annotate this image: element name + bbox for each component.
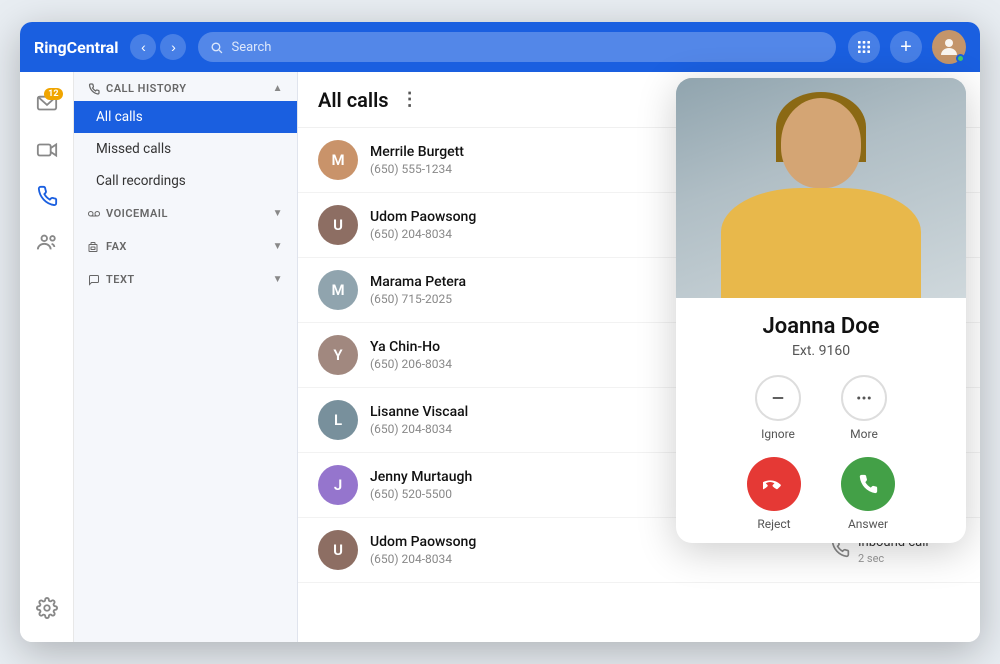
- nav-item-call-recordings[interactable]: Call recordings: [74, 165, 297, 197]
- more-options-icon[interactable]: ⋮: [401, 89, 419, 110]
- voicemail-label: VOICEMAIL: [106, 207, 168, 220]
- voicemail-chevron: ▼: [273, 208, 283, 219]
- avatar-letter: Y: [333, 346, 342, 364]
- card-person-name: Joanna Doe: [692, 314, 950, 339]
- text-chevron: ▼: [273, 274, 283, 285]
- answer-icon: [857, 473, 879, 495]
- settings-icon: [36, 597, 58, 619]
- call-phone: (650) 204-8034: [370, 552, 830, 566]
- content-title-text: All calls: [318, 88, 389, 112]
- online-status-indicator: [956, 54, 965, 63]
- card-call-actions: Reject Answer: [692, 457, 950, 531]
- call-avatar: L: [318, 400, 358, 440]
- person-body: [721, 188, 921, 298]
- contacts-icon: [36, 231, 58, 253]
- more-action: More: [841, 375, 887, 441]
- app-logo: RingCentral: [34, 38, 118, 57]
- call-avatar: M: [318, 140, 358, 180]
- person-photo: [676, 78, 966, 298]
- reject-button[interactable]: [747, 457, 801, 511]
- text-section-header[interactable]: TEXT ▼: [74, 263, 297, 296]
- user-avatar-button[interactable]: [932, 30, 966, 64]
- more-label: More: [850, 427, 878, 441]
- sidebar-item-video[interactable]: [27, 130, 67, 170]
- card-body: Joanna Doe Ext. 9160 Ignore: [676, 298, 966, 543]
- avatar-letter: U: [333, 216, 343, 234]
- fax-icon: [88, 241, 100, 253]
- reject-icon: [763, 473, 785, 495]
- add-button[interactable]: +: [890, 31, 922, 63]
- title-bar: RingCentral ‹ › Search +: [20, 22, 980, 72]
- avatar-letter: J: [334, 476, 342, 494]
- sidebar-item-messages[interactable]: 12: [27, 84, 67, 124]
- sidebar-item-calls[interactable]: [27, 176, 67, 216]
- fax-chevron: ▼: [273, 241, 283, 252]
- reject-label: Reject: [757, 517, 790, 531]
- incoming-call-card: Joanna Doe Ext. 9160 Ignore: [676, 78, 966, 543]
- fax-label: FAX: [106, 240, 127, 253]
- nav-item-all-calls[interactable]: All calls: [74, 101, 297, 133]
- nav-item-missed-calls[interactable]: Missed calls: [74, 133, 297, 165]
- call-history-chevron: ▲: [273, 83, 283, 94]
- call-avatar: U: [318, 530, 358, 570]
- call-avatar: J: [318, 465, 358, 505]
- sidebar-icons: 12: [20, 72, 74, 642]
- fax-section-header[interactable]: FAX ▼: [74, 230, 297, 263]
- search-icon: [210, 41, 223, 54]
- call-avatar: U: [318, 205, 358, 245]
- call-duration: 2 sec: [858, 552, 929, 565]
- call-history-header[interactable]: CALL HISTORY ▲: [74, 72, 297, 101]
- nav-back-button[interactable]: ‹: [130, 34, 156, 60]
- sidebar-item-contacts[interactable]: [27, 222, 67, 262]
- nav-panel: CALL HISTORY ▲ All calls Missed calls Ca…: [74, 72, 298, 642]
- card-extension: Ext. 9160: [692, 343, 950, 359]
- apps-button[interactable]: [848, 31, 880, 63]
- voicemail-section-header[interactable]: VOICEMAIL ▼: [74, 197, 297, 230]
- more-button[interactable]: [841, 375, 887, 421]
- call-history-label: CALL HISTORY: [106, 82, 187, 95]
- ignore-label: Ignore: [761, 427, 795, 441]
- nav-buttons: ‹ ›: [130, 34, 186, 60]
- avatar-letter: M: [331, 151, 344, 169]
- message-badge: 12: [44, 88, 62, 100]
- text-label: TEXT: [106, 273, 135, 286]
- card-photo: [676, 78, 966, 298]
- answer-button[interactable]: [841, 457, 895, 511]
- search-bar[interactable]: Search: [198, 32, 836, 62]
- call-avatar: M: [318, 270, 358, 310]
- avatar-letter: U: [333, 541, 343, 559]
- phone-small-icon: [88, 83, 100, 95]
- text-icon: [88, 274, 100, 286]
- grid-icon: [856, 39, 872, 55]
- search-placeholder: Search: [231, 40, 271, 55]
- nav-forward-button[interactable]: ›: [160, 34, 186, 60]
- sidebar-item-settings[interactable]: [27, 588, 67, 628]
- person-head: [781, 98, 861, 188]
- title-bar-actions: +: [848, 30, 966, 64]
- avatar-letter: L: [334, 411, 342, 429]
- card-secondary-actions: Ignore More: [692, 375, 950, 441]
- avatar-letter: M: [331, 281, 344, 299]
- minus-icon: [769, 389, 787, 407]
- phone-icon: [36, 185, 58, 207]
- content-title-area: All calls ⋮: [318, 88, 419, 112]
- ignore-button[interactable]: [755, 375, 801, 421]
- reject-action: Reject: [747, 457, 801, 531]
- call-avatar: Y: [318, 335, 358, 375]
- video-icon: [36, 139, 58, 161]
- answer-action: Answer: [841, 457, 895, 531]
- voicemail-icon: [88, 208, 100, 220]
- ignore-action: Ignore: [755, 375, 801, 441]
- call-history-section: CALL HISTORY ▲ All calls Missed calls Ca…: [74, 72, 297, 197]
- answer-label: Answer: [848, 517, 888, 531]
- ellipsis-icon: [855, 389, 873, 407]
